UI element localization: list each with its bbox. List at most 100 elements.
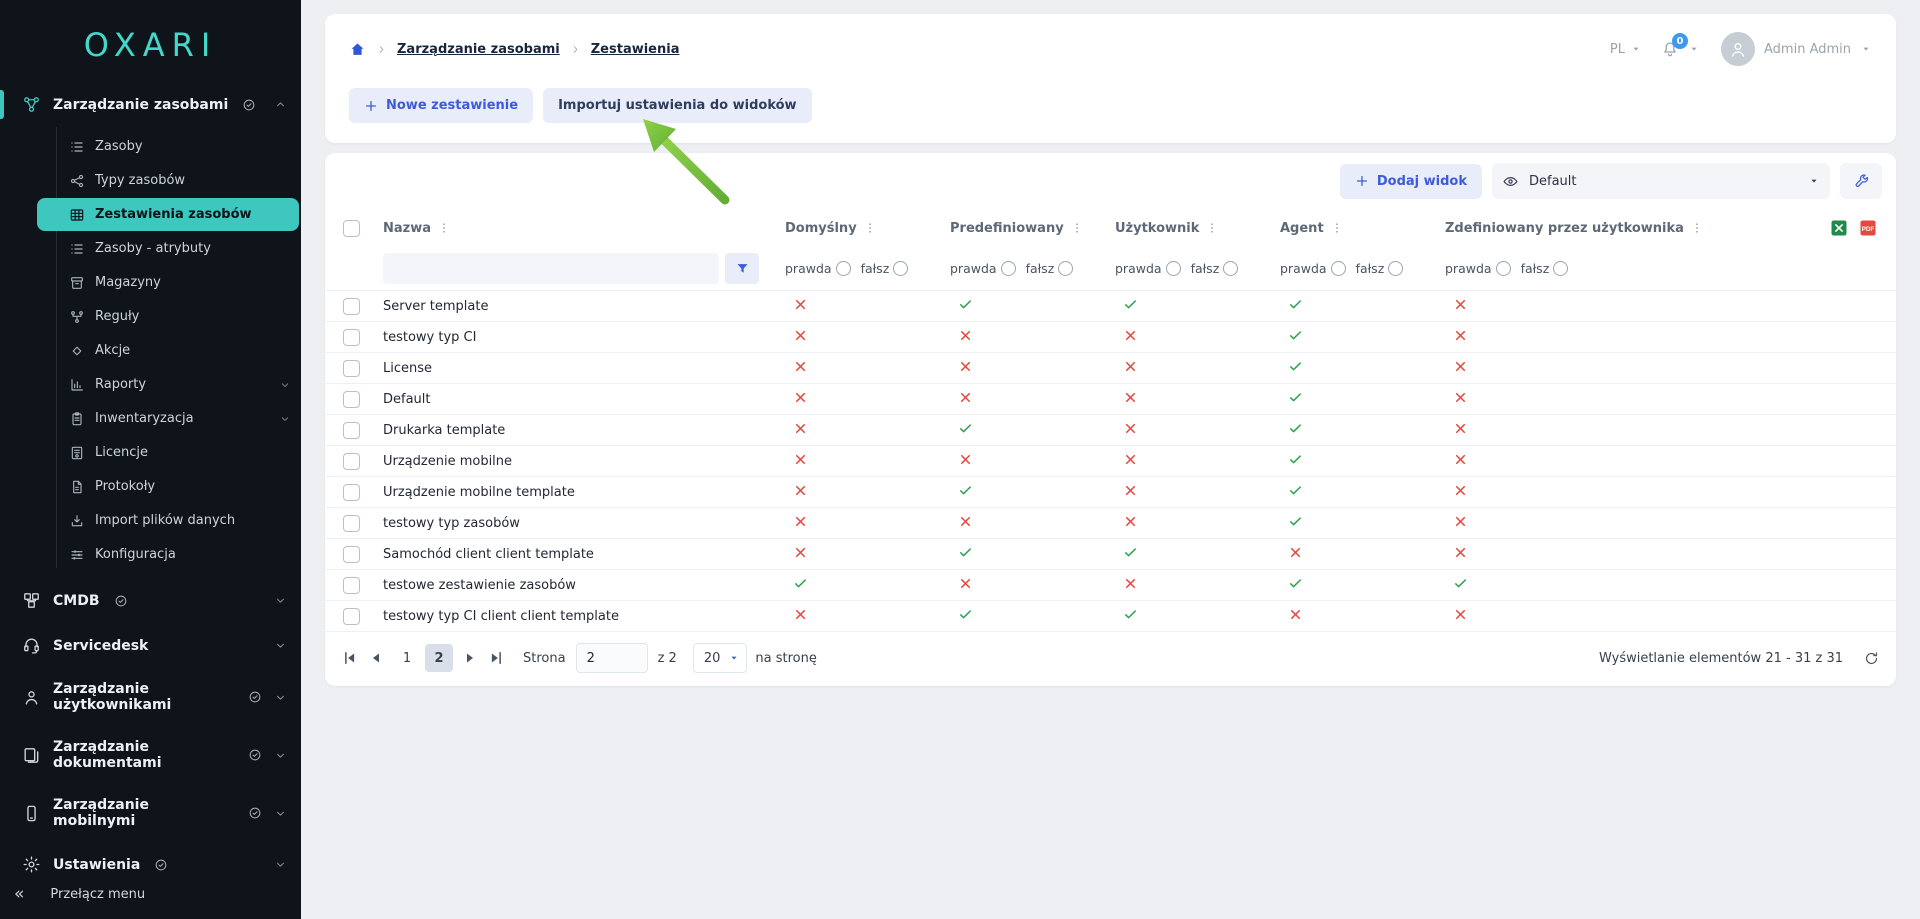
- sidebar-item-inwentaryzacja[interactable]: Inwentaryzacja: [37, 402, 299, 435]
- chev-down-icon: [279, 413, 291, 425]
- check-icon: [1123, 607, 1138, 626]
- filter-true-radio-uzytkownik[interactable]: [1165, 261, 1181, 276]
- sidebar-item-raporty[interactable]: Raporty: [37, 368, 299, 401]
- table-row-testowe-zestawienie-zasobow[interactable]: testowe zestawienie zasobów: [325, 570, 1896, 601]
- filter-true-radio-zdefiniowany-przez-uzytkownika[interactable]: [1495, 261, 1511, 276]
- new-zestawienie-button[interactable]: Nowe zestawienie: [349, 88, 534, 123]
- next-page-button[interactable]: [461, 649, 479, 667]
- view-settings-button[interactable]: [1840, 163, 1882, 199]
- sidebar-item-protokoly[interactable]: Protokoły: [37, 470, 299, 503]
- sidebar-item-reguly[interactable]: Reguły: [37, 300, 299, 333]
- row-checkbox[interactable]: [343, 421, 360, 439]
- caret-down-icon[interactable]: [1860, 43, 1872, 55]
- filter-true-radio-domyslny[interactable]: [835, 261, 851, 276]
- filter-true-radio-predefiniowany[interactable]: [1000, 261, 1016, 276]
- prev-page-button[interactable]: [367, 649, 385, 667]
- dots-icon[interactable]: [863, 221, 877, 235]
- filter-true-radio-agent[interactable]: [1330, 261, 1346, 276]
- table-row-urzadzenie-mobilne-template[interactable]: Urządzenie mobilne template: [325, 477, 1896, 508]
- view-selector[interactable]: Default: [1492, 163, 1830, 199]
- sidebar-item-zestawienia-zasobow[interactable]: Zestawienia zasobów: [37, 198, 299, 231]
- row-name: Drukarka template: [383, 422, 506, 438]
- add-view-button[interactable]: Dodaj widok: [1339, 163, 1482, 199]
- first-page-button[interactable]: [341, 649, 359, 667]
- row-checkbox[interactable]: [343, 514, 360, 532]
- row-checkbox[interactable]: [343, 576, 360, 594]
- row-checkbox[interactable]: [343, 297, 360, 315]
- page-2-button[interactable]: 2: [425, 644, 453, 672]
- sidebar-item-import-plikow-danych[interactable]: Import plików danych: [37, 504, 299, 537]
- breadcrumb-page-link[interactable]: Zestawienia: [591, 42, 680, 57]
- sidebar-item-zasoby[interactable]: Zasoby: [37, 130, 299, 163]
- sidebar-item-zasoby-atrybuty[interactable]: Zasoby - atrybuty: [37, 232, 299, 265]
- table-row-testowy-typ-zasobow[interactable]: testowy typ zasobów: [325, 508, 1896, 539]
- cross-icon: [793, 328, 808, 343]
- sidebar-item-typy-zasobow[interactable]: Typy zasobów: [37, 164, 299, 197]
- table-row-license[interactable]: License: [325, 353, 1896, 384]
- sidebar-item-magazyny[interactable]: Magazyny: [37, 266, 299, 299]
- row-checkbox[interactable]: [343, 483, 360, 501]
- excel-icon[interactable]: [1829, 218, 1849, 238]
- item-label: Akcje: [95, 343, 131, 358]
- sidebar-item-licencje[interactable]: Licencje: [37, 436, 299, 469]
- row-checkbox[interactable]: [343, 607, 360, 625]
- table-row-samochod-client-client-template[interactable]: Samochód client client template: [325, 539, 1896, 570]
- table-row-server-template[interactable]: Server template: [325, 291, 1896, 322]
- row-checkbox[interactable]: [343, 545, 360, 563]
- table-row-urzadzenie-mobilne[interactable]: Urządzenie mobilne: [325, 446, 1896, 477]
- page-1-button[interactable]: 1: [393, 644, 421, 672]
- table-row-default[interactable]: Default: [325, 384, 1896, 415]
- cross-icon: [1453, 545, 1468, 560]
- flow-icon: [69, 309, 85, 325]
- filter-false-radio-zdefiniowany-przez-uzytkownika[interactable]: [1553, 261, 1569, 276]
- section-label: Servicedesk: [53, 637, 149, 654]
- last-page-button[interactable]: [487, 649, 505, 667]
- sidebar-section-zarzadzanie-dokumentami[interactable]: Zarządzanie dokumentami: [0, 726, 301, 784]
- nazwa-filter-input[interactable]: [383, 253, 719, 284]
- dots-icon[interactable]: [1330, 221, 1344, 235]
- menu-toggle-button[interactable]: « Przełącz menu: [0, 876, 301, 913]
- select-all-checkbox[interactable]: [343, 219, 360, 237]
- caret-down-icon[interactable]: [1688, 43, 1700, 55]
- filter-false-radio-agent[interactable]: [1388, 261, 1404, 276]
- home-icon[interactable]: [349, 41, 366, 58]
- row-checkbox[interactable]: [343, 328, 360, 346]
- row-checkbox[interactable]: [343, 390, 360, 408]
- breadcrumb-section-link[interactable]: Zarządzanie zasobami: [397, 42, 560, 57]
- sidebar-section-zarzadzanie-zasobami[interactable]: Zarządzanie zasobami: [0, 82, 301, 127]
- avatar[interactable]: [1721, 32, 1755, 66]
- table-row-drukarka-template[interactable]: Drukarka template: [325, 415, 1896, 446]
- row-checkbox[interactable]: [343, 452, 360, 470]
- dots-icon[interactable]: [437, 221, 451, 235]
- page-size-select[interactable]: 20: [692, 643, 748, 673]
- sidebar-section-servicedesk[interactable]: Servicedesk: [0, 623, 301, 668]
- cross-icon: [793, 452, 808, 471]
- language-selector[interactable]: PL: [1610, 42, 1642, 57]
- sidebar-item-konfiguracja[interactable]: Konfiguracja: [37, 538, 299, 571]
- dots-icon[interactable]: [1070, 221, 1084, 235]
- cross-icon: [1453, 483, 1468, 498]
- header-card: Zarządzanie zasobami Zestawienia PL 0 Ad…: [325, 14, 1896, 143]
- sidebar-item-akcje[interactable]: Akcje: [37, 334, 299, 367]
- new-zestawienie-label: Nowe zestawienie: [386, 98, 519, 113]
- table-row-testowy-typ-ci[interactable]: testowy typ CI: [325, 322, 1896, 353]
- table-row-testowy-typ-ci-client-client-template[interactable]: testowy typ CI client client template: [325, 601, 1896, 632]
- sidebar-section-zarzadzanie-uzytkownikami[interactable]: Zarządzanie użytkownikami: [0, 668, 301, 726]
- sidebar-section-cmdb[interactable]: CMDB: [0, 578, 301, 623]
- import-settings-button[interactable]: Importuj ustawienia do widoków: [543, 88, 812, 123]
- section-label: CMDB: [53, 592, 100, 609]
- row-name: License: [383, 360, 433, 376]
- row-checkbox[interactable]: [343, 359, 360, 377]
- filter-false-radio-predefiniowany[interactable]: [1058, 261, 1074, 276]
- filter-button[interactable]: [725, 253, 759, 284]
- sidebar-section-zarzadzanie-mobilnymi[interactable]: Zarządzanie mobilnymi: [0, 784, 301, 842]
- notifications-button[interactable]: 0: [1661, 33, 1688, 58]
- page-number-input[interactable]: [575, 643, 648, 673]
- filter-false-radio-uzytkownik[interactable]: [1223, 261, 1239, 276]
- filter-false-radio-domyslny[interactable]: [893, 261, 909, 276]
- refresh-button[interactable]: [1863, 650, 1880, 667]
- list-icon: [69, 241, 85, 257]
- pdf-icon[interactable]: PDF: [1858, 218, 1878, 238]
- dots-icon[interactable]: [1690, 221, 1704, 235]
- dots-icon[interactable]: [1205, 221, 1219, 235]
